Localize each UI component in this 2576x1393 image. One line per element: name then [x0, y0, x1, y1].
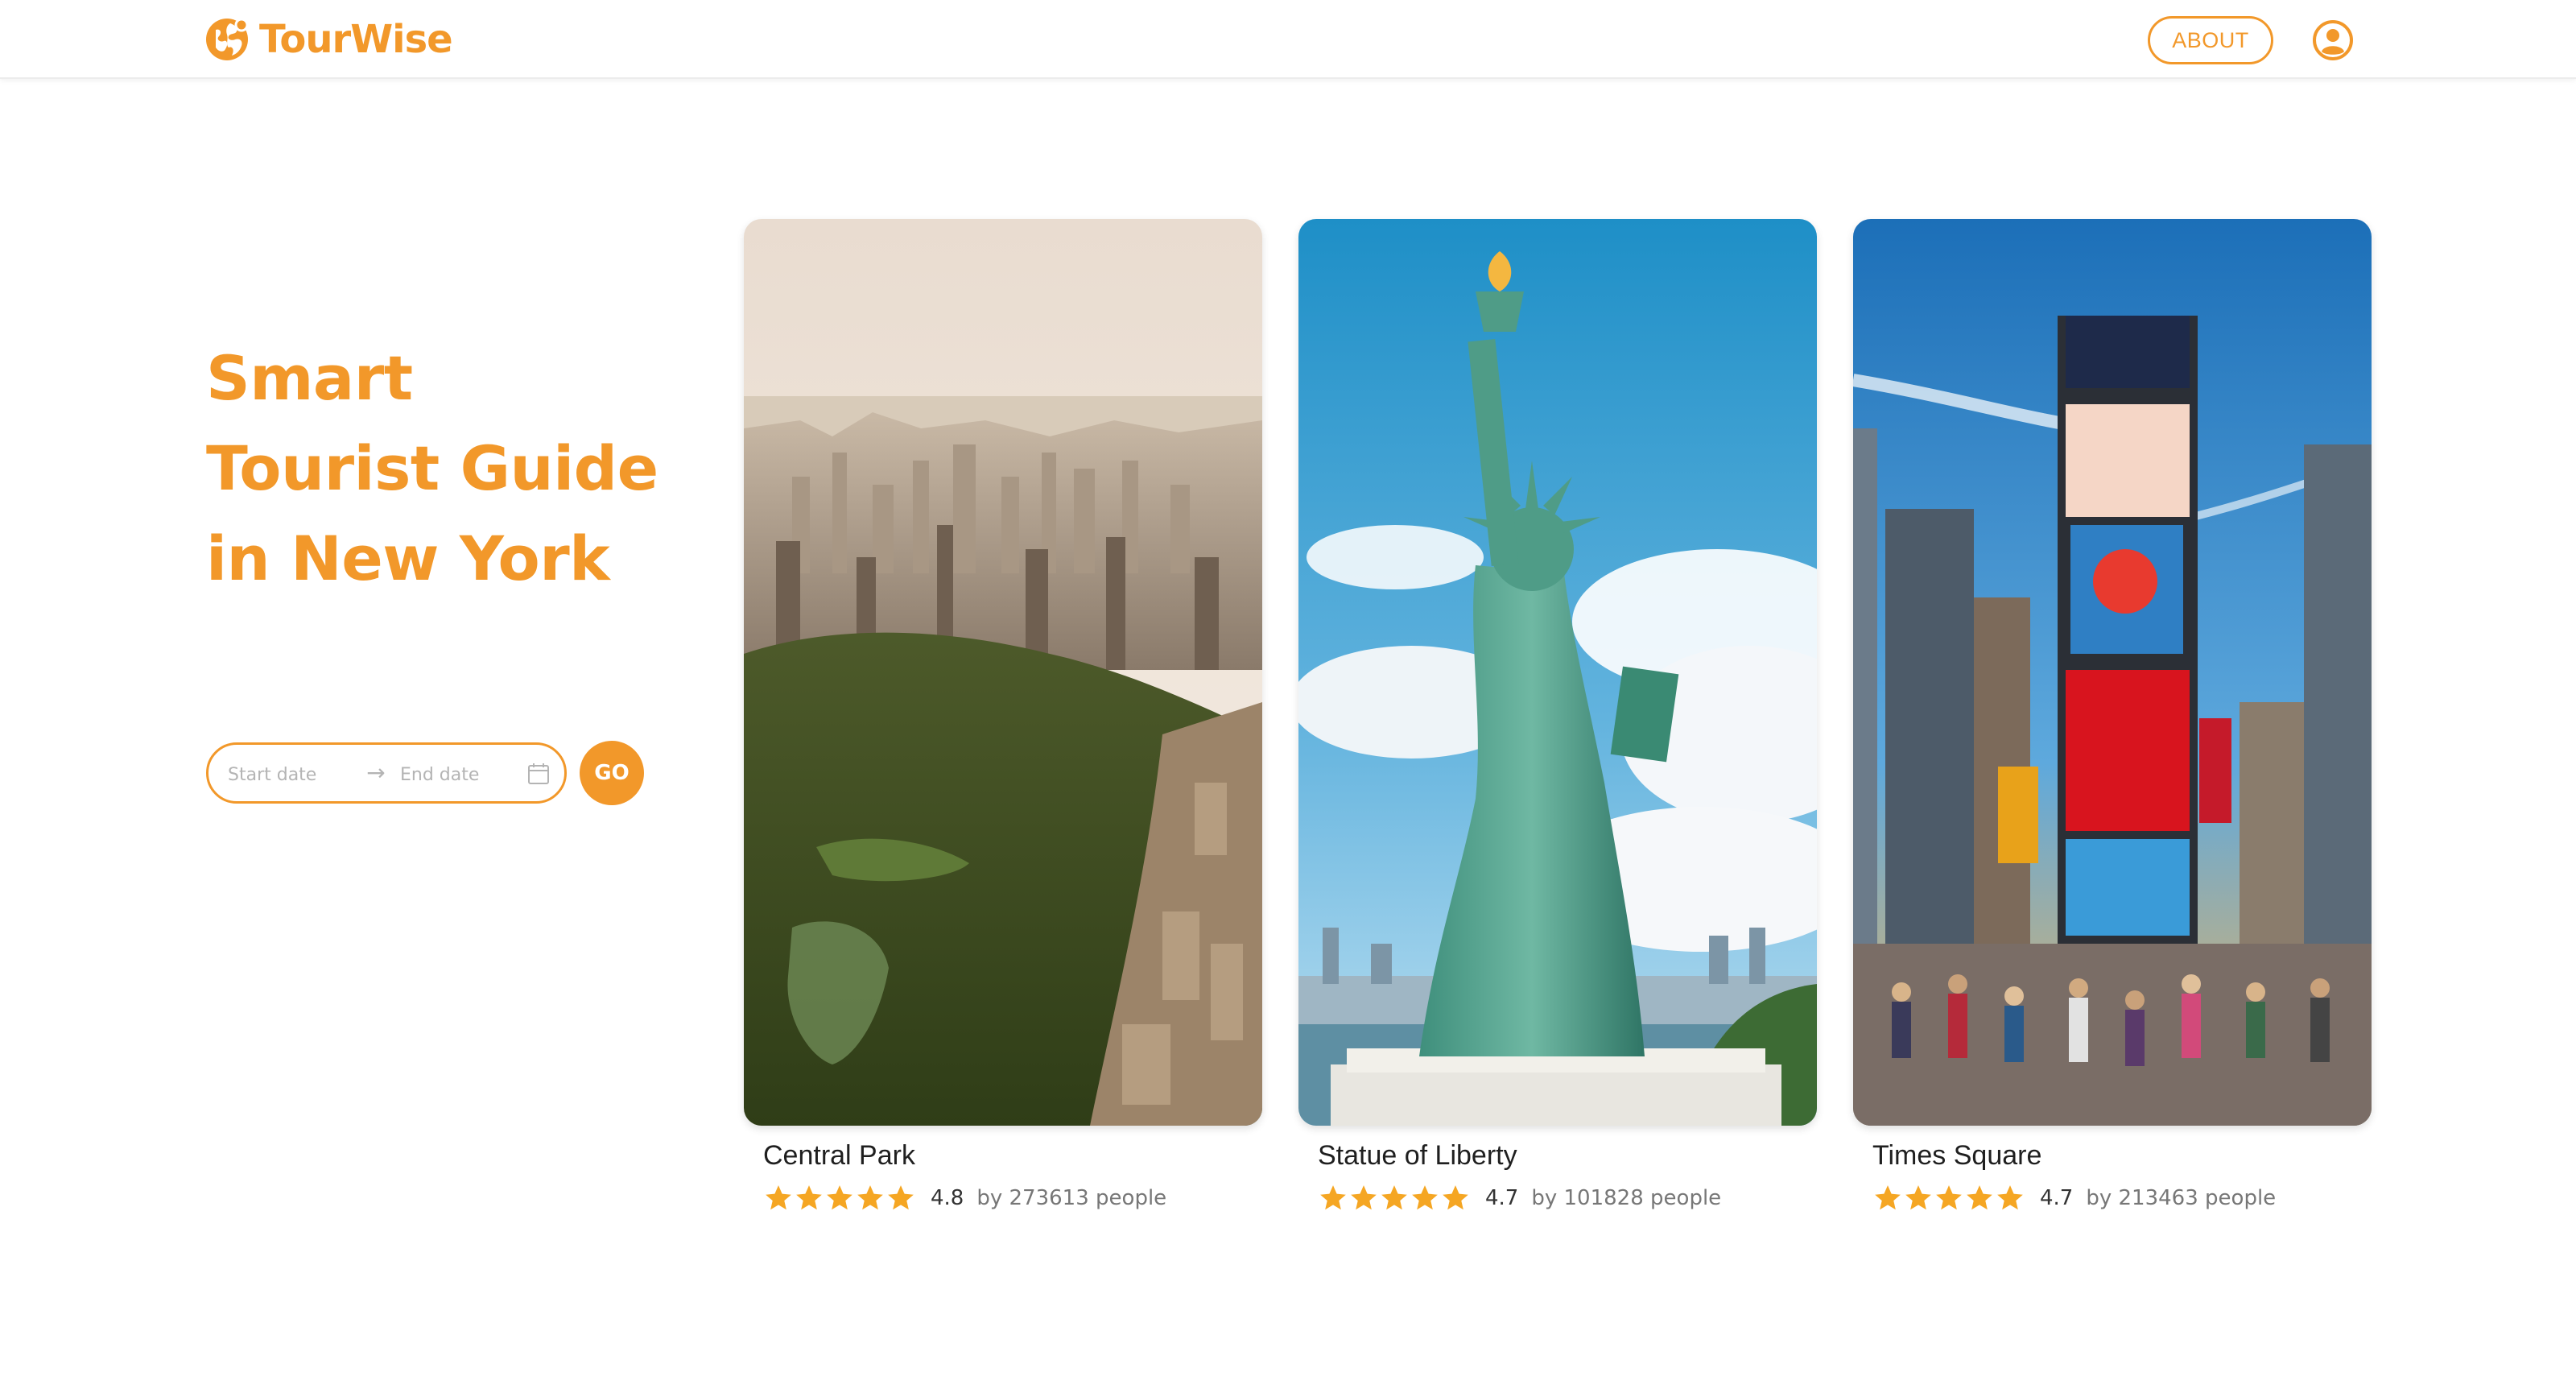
rating-count: by 273613 people: [976, 1186, 1167, 1210]
attraction-card[interactable]: Times Square 4.7 by 213463 people: [1853, 219, 2372, 1226]
hero-title-line: in New York: [206, 523, 610, 594]
top-navbar: TourWise ABOUT: [0, 0, 2576, 79]
rating-row: 4.7 by 213463 people: [1872, 1182, 2276, 1214]
globe-icon: [206, 18, 249, 60]
star-icon: [1875, 1185, 1901, 1210]
attraction-image[interactable]: [744, 219, 1262, 1126]
star-rating: [1872, 1183, 2025, 1213]
statue-of-liberty-image: [1298, 219, 1817, 1126]
star-icon: [888, 1185, 914, 1210]
star-icon: [1967, 1185, 1992, 1210]
attraction-name[interactable]: Central Park: [763, 1140, 915, 1172]
star-rating: [763, 1183, 916, 1213]
star-icon: [1997, 1185, 2023, 1210]
attraction-card[interactable]: Central Park 4.8 by 273613 people: [744, 219, 1262, 1226]
go-button[interactable]: GO: [580, 741, 644, 805]
star-icon: [1320, 1185, 1346, 1210]
times-square-image: [1853, 219, 2372, 1126]
logo[interactable]: TourWise: [204, 14, 453, 64]
star-icon: [796, 1185, 822, 1210]
attraction-image[interactable]: [1853, 219, 2372, 1126]
rating-count: by 213463 people: [2086, 1186, 2277, 1210]
rating-value: 4.8: [931, 1186, 964, 1210]
hero-title-line: Smart: [206, 342, 413, 414]
star-rating: [1318, 1183, 1471, 1213]
date-range-picker[interactable]: →: [206, 742, 567, 804]
star-icon: [1381, 1185, 1407, 1210]
rating-row: 4.8 by 273613 people: [763, 1182, 1166, 1214]
star-icon: [1412, 1185, 1438, 1210]
rating-value: 4.7: [1485, 1186, 1519, 1210]
calendar-icon[interactable]: [526, 761, 551, 787]
arrow-right-icon: →: [366, 759, 386, 786]
central-park-image: [744, 219, 1262, 1126]
star-icon: [1351, 1185, 1377, 1210]
star-icon: [1936, 1185, 1962, 1210]
star-icon: [1905, 1185, 1931, 1210]
hero-title: Smart Tourist Guide in New York: [206, 333, 770, 604]
logo-text: TourWise: [259, 17, 453, 62]
start-date-input[interactable]: [226, 763, 355, 787]
rating-value: 4.7: [2040, 1186, 2074, 1210]
attraction-name[interactable]: Times Square: [1872, 1140, 2041, 1172]
attraction-image[interactable]: [1298, 219, 1817, 1126]
rating-count: by 101828 people: [1531, 1186, 1722, 1210]
hero-title-line: Tourist Guide: [206, 432, 658, 504]
star-icon: [827, 1185, 852, 1210]
star-icon: [1443, 1185, 1468, 1210]
star-icon: [766, 1185, 791, 1210]
about-button[interactable]: ABOUT: [2148, 16, 2273, 64]
end-date-input[interactable]: [398, 763, 519, 787]
rating-row: 4.7 by 101828 people: [1318, 1182, 1721, 1214]
user-circle-icon[interactable]: [2312, 19, 2354, 61]
star-icon: [857, 1185, 883, 1210]
attraction-name[interactable]: Statue of Liberty: [1318, 1140, 1517, 1172]
attraction-card[interactable]: Statue of Liberty 4.7 by 101828 people: [1298, 219, 1817, 1226]
